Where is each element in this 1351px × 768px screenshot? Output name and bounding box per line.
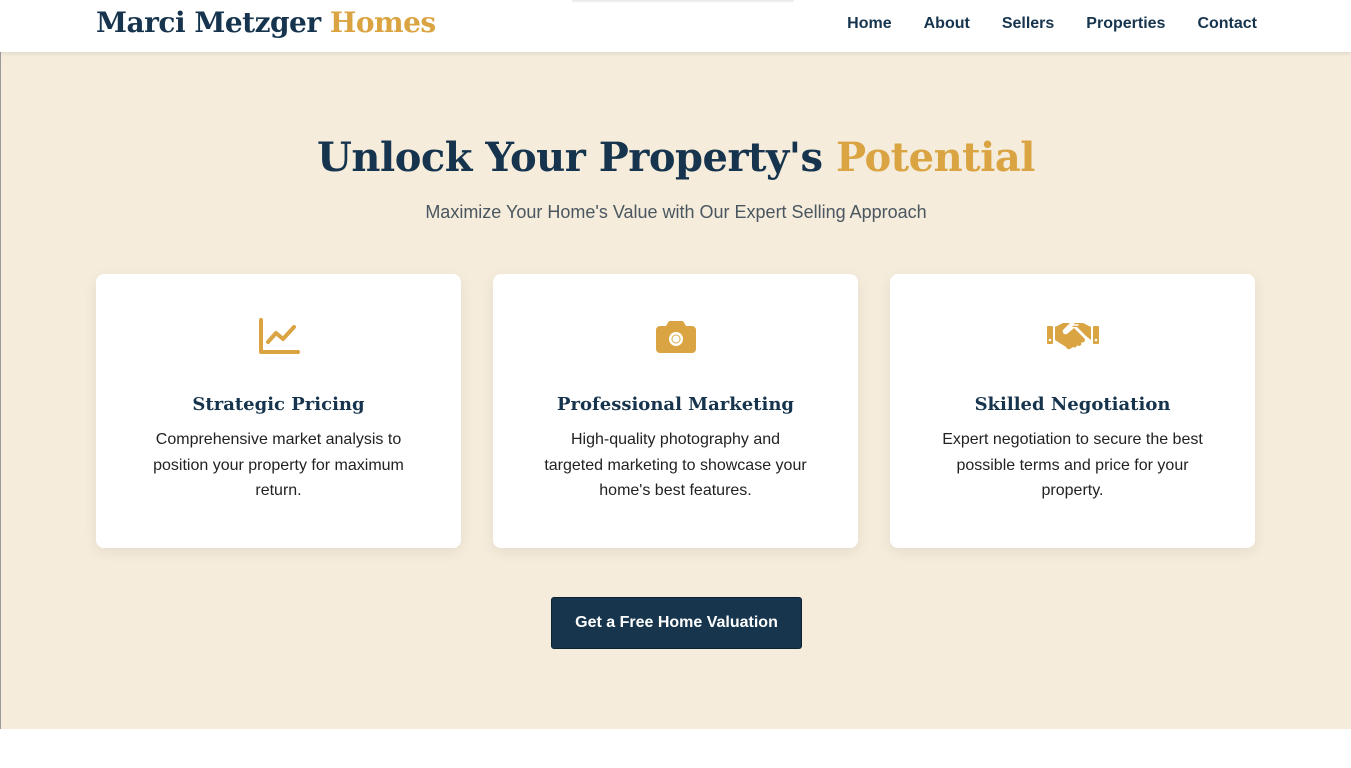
card-text: High-quality photography and targeted ma… (544, 431, 807, 499)
nav-about[interactable]: About (924, 15, 970, 33)
hero-title: Unlock Your Property's Potential (1, 134, 1351, 181)
chart-line-icon (96, 318, 461, 358)
brand-logo[interactable]: Marci Metzger Homes (96, 6, 436, 39)
nav-sellers[interactable]: Sellers (1002, 15, 1054, 33)
camera-icon (493, 318, 858, 358)
site-header: Marci Metzger Homes Home About Sellers P… (0, 0, 1351, 52)
card-text: Expert negotiation to secure the best po… (942, 431, 1203, 499)
nav-home[interactable]: Home (847, 15, 891, 33)
card-title: Professional Marketing (556, 394, 794, 415)
feature-card-marketing: Professional Marketing High-quality phot… (493, 274, 858, 548)
card-title: Skilled Negotiation (974, 394, 1171, 415)
main-nav: Home About Sellers Properties Contact (815, 15, 1257, 33)
hero-subtitle: Maximize Your Home's Value with Our Expe… (425, 202, 927, 222)
card-text: Comprehensive market analysis to positio… (153, 431, 404, 499)
feature-card-negotiation: Skilled Negotiation Expert negotiation t… (890, 274, 1255, 548)
brand-name: Marci Metzger (96, 6, 321, 39)
card-title: Strategic Pricing (192, 394, 365, 415)
handshake-icon (890, 318, 1255, 358)
sellers-hero: Unlock Your Property's Potential Maximiz… (1, 52, 1351, 729)
hero-title-accent: Potential (835, 134, 1035, 181)
brand-accent: Homes (329, 6, 436, 39)
feature-cards: Strategic Pricing Comprehensive market a… (96, 274, 1255, 548)
free-valuation-button[interactable]: Get a Free Home Valuation (551, 597, 802, 649)
hero-title-main: Unlock Your Property's (317, 134, 823, 181)
nav-contact[interactable]: Contact (1197, 15, 1257, 33)
feature-card-pricing: Strategic Pricing Comprehensive market a… (96, 274, 461, 548)
dropdown-shadow (572, 0, 794, 3)
nav-properties[interactable]: Properties (1086, 15, 1165, 33)
